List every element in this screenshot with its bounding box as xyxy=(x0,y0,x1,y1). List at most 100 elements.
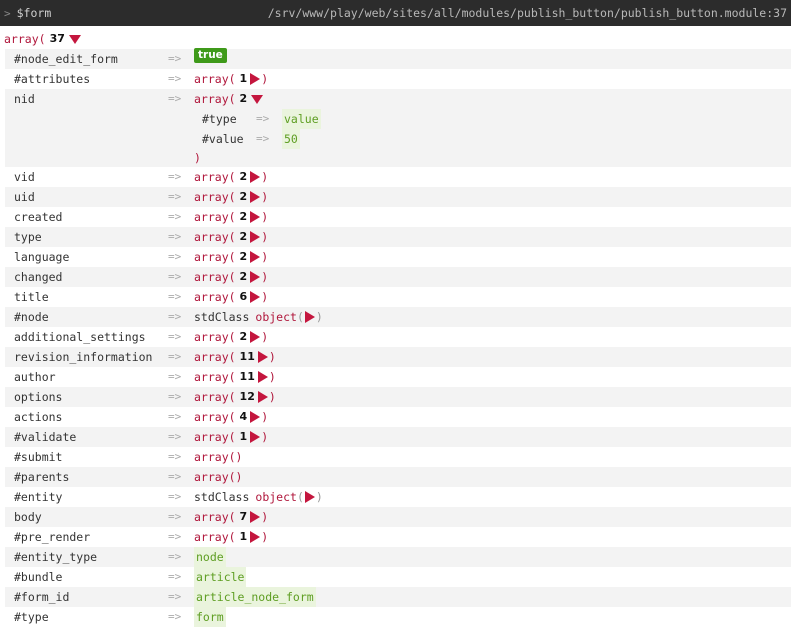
row-arrow: => xyxy=(168,52,182,65)
array-keyword: array( xyxy=(194,290,236,304)
close-paren: ) xyxy=(194,151,201,165)
array-keyword: array( xyxy=(194,250,236,264)
row-arrow: => xyxy=(168,270,182,283)
expand-toggle-icon[interactable] xyxy=(304,311,315,323)
array-keyword: array( xyxy=(194,410,236,424)
row-value: stdClass object() xyxy=(194,487,323,507)
row-key: #entity xyxy=(14,490,63,504)
close-paren: ) xyxy=(261,530,269,544)
expanded-array: array(2 #type => value #value => 50) xyxy=(194,89,321,167)
row-key: #pre_render xyxy=(14,530,91,544)
array-keyword: array( xyxy=(194,350,236,364)
expand-toggle-icon[interactable] xyxy=(257,391,268,403)
expand-toggle-icon[interactable] xyxy=(250,511,261,523)
expand-toggle-icon[interactable] xyxy=(257,351,268,363)
dump-row: #parents => array() xyxy=(5,467,791,487)
row-arrow: => xyxy=(168,230,182,243)
row-value: array() xyxy=(194,467,242,487)
row-arrow: => xyxy=(168,290,182,303)
array-count: 2 xyxy=(239,210,248,223)
nested-value: value xyxy=(282,109,321,129)
close-paren: ) xyxy=(315,490,323,504)
array-keyword: array( xyxy=(194,510,236,524)
array-count: 2 xyxy=(239,92,248,105)
expand-toggle-icon[interactable] xyxy=(250,531,261,543)
dump-row: actions => array(4) xyxy=(5,407,791,427)
row-value: array(12) xyxy=(194,387,276,407)
expand-toggle-icon[interactable] xyxy=(250,271,261,283)
string-value: form xyxy=(194,607,226,627)
string-value: article_node_form xyxy=(194,587,316,607)
row-arrow: => xyxy=(168,92,182,105)
nested-arrow: => xyxy=(256,132,270,145)
dump-row: #node => stdClass object() xyxy=(5,307,791,327)
expand-toggle-icon[interactable] xyxy=(250,211,261,223)
root-type: array xyxy=(4,32,39,46)
expand-toggle-icon[interactable] xyxy=(304,491,315,503)
object-keyword: object xyxy=(255,490,297,504)
expand-toggle-icon[interactable] xyxy=(250,251,261,263)
row-key: title xyxy=(14,290,49,304)
dump-row: #type => form xyxy=(5,607,791,627)
row-key: options xyxy=(14,390,63,404)
row-key: #form_id xyxy=(14,590,70,604)
row-value: array(11) xyxy=(194,367,276,387)
row-arrow: => xyxy=(168,72,182,85)
row-value: array(2) xyxy=(194,327,268,347)
row-arrow: => xyxy=(168,330,182,343)
root-open-paren: ( xyxy=(38,32,46,46)
row-arrow: => xyxy=(168,490,182,503)
open-paren: ( xyxy=(296,310,304,324)
array-count: 6 xyxy=(239,290,248,303)
expand-toggle-icon[interactable] xyxy=(250,231,261,243)
expand-toggle-icon[interactable] xyxy=(257,371,268,383)
row-arrow: => xyxy=(168,510,182,523)
row-value: stdClass object() xyxy=(194,307,323,327)
row-value: array(1) xyxy=(194,527,268,547)
array-keyword: array( xyxy=(194,170,236,184)
expand-toggle-icon[interactable] xyxy=(250,431,261,443)
close-paren: ) xyxy=(268,370,276,384)
row-arrow: => xyxy=(168,470,182,483)
array-keyword: array( xyxy=(194,390,236,404)
row-key: type xyxy=(14,230,42,244)
expand-toggle-icon[interactable] xyxy=(250,171,261,183)
variable-name: $form xyxy=(16,6,52,20)
dump-row: #attributes => array(1) xyxy=(5,69,791,89)
dump-row: nid => array(2 #type => value #value => 50) xyxy=(5,89,791,167)
row-value: array(2 xyxy=(194,89,321,109)
expand-toggle-icon[interactable] xyxy=(250,411,261,423)
array-keyword: array( xyxy=(194,210,236,224)
dump-header[interactable]: > $form /srv/www/play/web/sites/all/modu… xyxy=(0,0,791,26)
array-keyword: array( xyxy=(194,92,236,106)
expand-toggle-icon[interactable] xyxy=(250,331,261,343)
array-keyword: array( xyxy=(194,330,236,344)
nested-arrow: => xyxy=(256,112,270,125)
row-value: array(2) xyxy=(194,187,268,207)
dump-row: #pre_render => array(1) xyxy=(5,527,791,547)
array-count: 2 xyxy=(239,170,248,183)
close-paren: ) xyxy=(261,210,269,224)
array-count: 1 xyxy=(239,72,248,85)
dump-row: vid => array(2) xyxy=(5,167,791,187)
nested-value: 50 xyxy=(282,129,300,149)
row-key: #parents xyxy=(14,470,70,484)
collapse-toggle-icon[interactable] xyxy=(251,94,264,104)
row-value: article_node_form xyxy=(194,587,316,607)
expand-toggle-icon[interactable] xyxy=(250,291,261,303)
array-count: 2 xyxy=(239,330,248,343)
array-keyword: array( xyxy=(194,190,236,204)
dump-row: #entity => stdClass object() xyxy=(5,487,791,507)
expand-toggle-icon[interactable] xyxy=(250,73,261,85)
row-value: true xyxy=(194,48,227,63)
close-paren: ) xyxy=(261,190,269,204)
row-key: vid xyxy=(14,170,35,184)
row-key: changed xyxy=(14,270,63,284)
expand-toggle-icon[interactable] xyxy=(250,191,261,203)
row-value: form xyxy=(194,607,226,627)
dump-row: author => array(11) xyxy=(5,367,791,387)
row-key: author xyxy=(14,370,56,384)
bool-badge: true xyxy=(194,48,227,63)
collapse-toggle-icon[interactable] xyxy=(68,34,81,44)
dump-root: array( 37 #node_edit_form => true #attribut… xyxy=(0,26,791,627)
